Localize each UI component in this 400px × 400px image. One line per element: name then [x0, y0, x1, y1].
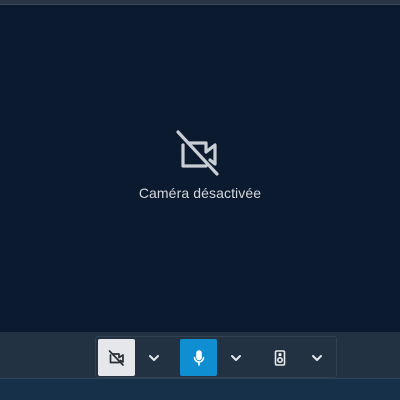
chevron-down-icon — [149, 354, 159, 361]
camera-options-dropdown[interactable] — [140, 339, 168, 376]
microphone-options-dropdown[interactable] — [222, 339, 250, 376]
speaker-icon — [274, 349, 285, 366]
camera-off-icon — [176, 130, 219, 176]
camera-toggle-button[interactable] — [98, 339, 135, 376]
chevron-down-icon — [231, 354, 241, 361]
video-call-window: Caméra désactivée — [0, 0, 400, 400]
bottom-bar — [0, 378, 400, 400]
camera-off-label: Caméra désactivée — [138, 185, 262, 201]
microphone-icon — [193, 349, 204, 366]
camera-off-placeholder: Caméra désactivée — [0, 128, 400, 201]
camera-off-icon — [108, 349, 124, 366]
chevron-down-icon — [312, 354, 322, 361]
microphone-toggle-button[interactable] — [180, 339, 217, 376]
speaker-options-dropdown[interactable] — [303, 339, 331, 376]
speaker-button[interactable] — [261, 339, 298, 376]
